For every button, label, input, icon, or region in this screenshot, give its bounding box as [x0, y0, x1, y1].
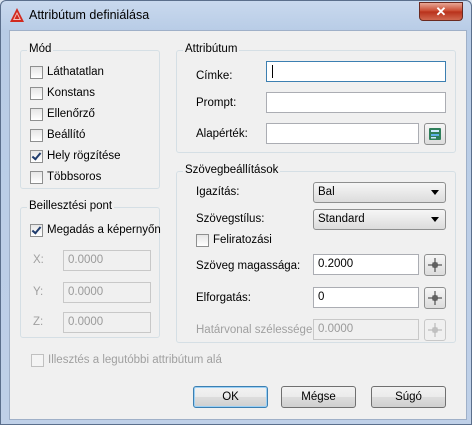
boundary-width-input[interactable]: 0.0000 [313, 319, 419, 340]
annotative-checkbox-box[interactable] [196, 233, 209, 247]
dialog-body: Mód Láthatatlan Konstans Ellenőrző Beáll… [9, 30, 467, 420]
text-style-select[interactable]: Standard [313, 209, 446, 230]
z-coordinate-input[interactable]: 0.0000 [63, 312, 151, 333]
constant-checkbox[interactable]: Konstans [30, 85, 95, 101]
x-label: X: [33, 254, 44, 266]
default-label: Alapérték: [196, 128, 248, 140]
boundary-width-label: Határvonal szélessége: [196, 324, 316, 336]
insertion-point-group: Beillesztési pont Megadás a képernyőn X:… [20, 200, 161, 338]
invisible-label: Láthatatlan [47, 66, 104, 78]
x-coordinate-input[interactable]: 0.0000 [63, 250, 151, 271]
mode-group-title: Mód [27, 43, 54, 55]
y-coordinate-input[interactable]: 0.0000 [63, 282, 151, 303]
text-height-input[interactable]: 0.2000 [313, 254, 419, 275]
autocad-app-icon [9, 7, 25, 23]
text-height-label: Szöveg magassága: [196, 260, 301, 272]
constant-label: Konstans [47, 87, 95, 99]
close-icon: ✕ [435, 4, 447, 19]
align-below-checkbox-box[interactable] [31, 353, 44, 367]
specify-on-screen-checkbox-box[interactable] [30, 223, 43, 237]
attribute-group: Attribútum Címke: Prompt: Alapérték: [176, 43, 456, 153]
constant-checkbox-box[interactable] [30, 86, 43, 100]
boundary-width-pick-button[interactable] [424, 319, 446, 341]
text-settings-group: Szövegbeállítások Igazítás: Bal Szövegst… [176, 164, 456, 343]
align-below-checkbox[interactable]: Illesztés a legutóbbi attribútum alá [31, 352, 222, 368]
annotative-label: Feliratozási [213, 234, 272, 246]
preset-checkbox-box[interactable] [30, 128, 43, 142]
help-button[interactable]: Súgó [371, 386, 446, 408]
text-height-pick-button[interactable] [424, 254, 446, 276]
rotation-input[interactable]: 0 [313, 287, 419, 308]
default-value-input[interactable] [266, 123, 419, 144]
dialog-window: Attribútum definiálása ✕ Mód Láthatatlan… [0, 0, 472, 425]
verify-checkbox-box[interactable] [30, 107, 43, 121]
tag-input[interactable] [266, 61, 446, 82]
lock-position-label: Hely rögzítése [47, 150, 121, 162]
specify-on-screen-checkbox[interactable]: Megadás a képernyőn [30, 222, 161, 238]
ok-button[interactable]: OK [193, 386, 268, 408]
crosshair-pick-icon [428, 258, 442, 272]
prompt-label: Prompt: [196, 97, 237, 109]
chevron-down-icon [431, 190, 439, 195]
verify-checkbox[interactable]: Ellenőrző [30, 106, 95, 122]
insert-field-icon [429, 128, 441, 140]
text-style-value: Standard [318, 213, 365, 225]
attribute-group-title: Attribútum [183, 43, 240, 55]
tag-label: Címke: [196, 70, 233, 82]
crosshair-pick-icon [428, 323, 442, 337]
multiline-checkbox[interactable]: Többsoros [30, 169, 101, 185]
y-label: Y: [33, 286, 44, 298]
insert-field-button[interactable] [424, 123, 446, 145]
specify-on-screen-label: Megadás a képernyőn [47, 224, 161, 236]
crosshair-pick-icon [428, 291, 442, 305]
chevron-down-icon [431, 217, 439, 222]
text-style-label: Szövegstílus: [196, 213, 265, 225]
text-settings-group-title: Szövegbeállítások [183, 164, 281, 176]
text-cursor [272, 65, 273, 78]
justification-value: Bal [318, 186, 335, 198]
verify-label: Ellenőrző [47, 108, 95, 120]
prompt-input[interactable] [266, 92, 446, 113]
invisible-checkbox-box[interactable] [30, 65, 43, 79]
preset-label: Beállító [47, 129, 86, 141]
invisible-checkbox[interactable]: Láthatatlan [30, 64, 104, 80]
justification-select[interactable]: Bal [313, 182, 446, 203]
preset-checkbox[interactable]: Beállító [30, 127, 85, 143]
multiline-label: Többsoros [47, 171, 102, 183]
title-bar[interactable]: Attribútum definiálása ✕ [1, 1, 471, 29]
annotative-checkbox[interactable]: Feliratozási [196, 232, 272, 248]
cancel-button[interactable]: Mégse [281, 386, 356, 408]
rotation-label: Elforgatás: [196, 292, 251, 304]
align-below-label: Illesztés a legutóbbi attribútum alá [48, 354, 222, 366]
justification-label: Igazítás: [196, 186, 240, 198]
multiline-checkbox-box[interactable] [30, 170, 43, 184]
mode-group: Mód Láthatatlan Konstans Ellenőrző Beáll… [20, 43, 160, 189]
rotation-pick-button[interactable] [424, 287, 446, 309]
lock-position-checkbox[interactable]: Hely rögzítése [30, 148, 121, 164]
window-title: Attribútum definiálása [29, 8, 150, 22]
close-button[interactable]: ✕ [419, 2, 463, 21]
z-label: Z: [33, 316, 44, 328]
insertion-point-group-title: Beillesztési pont [27, 200, 115, 212]
lock-position-checkbox-box[interactable] [30, 149, 43, 163]
